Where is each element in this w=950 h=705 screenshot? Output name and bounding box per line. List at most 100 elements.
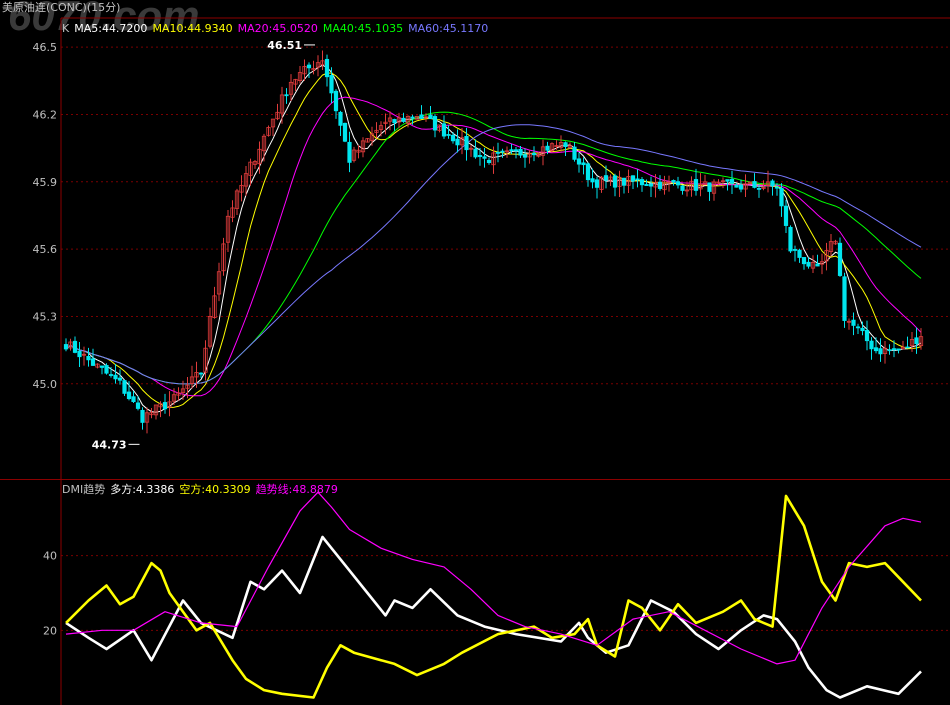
candle-body[interactable] [887,349,892,352]
candle-body[interactable] [671,180,676,183]
candle-body[interactable] [770,180,775,187]
candle-body[interactable] [639,179,645,186]
candle-body[interactable] [590,178,595,183]
candle-body[interactable] [635,178,640,181]
candle-body[interactable] [756,187,762,190]
candle-body[interactable] [72,340,78,353]
candle-body[interactable] [869,340,874,350]
candle-body[interactable] [531,152,537,156]
candle-body[interactable] [914,337,919,345]
candle-body[interactable] [162,402,168,410]
candle-body[interactable] [806,261,811,267]
candle-body[interactable] [734,184,739,188]
candle-body[interactable] [464,135,469,151]
candle-body[interactable] [860,327,865,332]
candle-body[interactable] [113,374,118,380]
candle-body[interactable] [455,138,460,146]
candle-body[interactable] [585,163,591,181]
dmi-lines[interactable] [65,491,922,699]
candle-body[interactable] [522,154,528,158]
candle-body[interactable] [612,175,618,188]
candle-body[interactable] [581,162,586,166]
candle-body[interactable] [104,365,109,374]
candle-body[interactable] [738,184,744,190]
candle-body[interactable] [342,122,348,142]
candle-body[interactable] [774,186,780,189]
candle-body[interactable] [675,181,681,186]
candle-body[interactable] [878,348,883,355]
candle-body[interactable] [648,183,654,187]
candle-body[interactable] [410,116,415,119]
candle-body[interactable] [329,75,334,94]
candle-body[interactable] [680,185,685,191]
candle-body[interactable] [140,409,145,423]
candle-body[interactable] [783,205,789,226]
candle-body[interactable] [432,116,438,131]
candle-body[interactable] [797,249,802,258]
candle-body[interactable] [644,184,649,187]
candle-body[interactable] [428,114,433,120]
candle-body[interactable] [815,263,820,267]
candle-body[interactable] [657,181,663,189]
candle-body[interactable] [513,149,519,152]
candle-body[interactable] [446,134,451,136]
candle-body[interactable] [891,348,897,351]
dmi-series-line[interactable] [65,494,922,699]
candle-body[interactable] [284,94,289,97]
candle-body[interactable] [482,156,487,159]
candle-body[interactable] [509,149,514,152]
candle-body[interactable] [347,141,352,163]
candle-body[interactable] [851,319,856,326]
candle-body[interactable] [864,330,870,342]
candlestick-series[interactable] [63,50,924,434]
candle-body[interactable] [108,374,114,376]
candle-body[interactable] [630,175,636,182]
candle-body[interactable] [707,182,712,192]
candle-body[interactable] [621,177,627,186]
candle-body[interactable] [306,64,312,69]
candle-body[interactable] [603,175,609,181]
candle-body[interactable] [518,148,523,156]
candle-body[interactable] [545,145,550,151]
candle-body[interactable] [77,350,82,358]
candle-body[interactable] [477,154,483,158]
candle-body[interactable] [419,114,424,119]
candle-body[interactable] [131,396,136,403]
candle-body[interactable] [837,242,843,276]
candle-body[interactable] [324,58,330,78]
candle-body[interactable] [99,365,105,368]
candle-body[interactable] [495,151,501,154]
candle-body[interactable] [905,346,910,349]
candle-body[interactable] [842,276,847,321]
candle-body[interactable] [725,179,730,182]
candle-body[interactable] [86,355,91,361]
candle-body[interactable] [873,347,879,352]
candle-body[interactable] [198,372,204,375]
candle-body[interactable] [594,179,600,188]
candle-body[interactable] [126,391,132,400]
candle-body[interactable] [441,123,447,137]
candle-body[interactable] [855,326,861,329]
candle-body[interactable] [450,134,456,142]
candle-body[interactable] [563,142,568,147]
candle-body[interactable] [135,402,141,409]
candle-body[interactable] [486,159,492,163]
candle-body[interactable] [333,90,339,112]
candle-body[interactable] [801,257,807,265]
candle-body[interactable] [792,249,798,251]
candle-body[interactable] [693,179,699,191]
candle-body[interactable] [122,380,127,394]
candle-body[interactable] [779,187,784,207]
candle-body[interactable] [90,358,96,366]
candle-body[interactable] [392,119,397,124]
candle-body[interactable] [338,111,343,126]
candle-body[interactable] [576,158,582,165]
candle-body[interactable] [572,146,577,160]
candle-body[interactable] [500,150,505,153]
candle-body[interactable] [729,178,735,184]
candle-body[interactable] [788,226,793,252]
candle-body[interactable] [896,348,901,351]
candle-body[interactable] [63,344,69,350]
candle-body[interactable] [117,377,123,381]
candle-body[interactable] [401,117,406,122]
